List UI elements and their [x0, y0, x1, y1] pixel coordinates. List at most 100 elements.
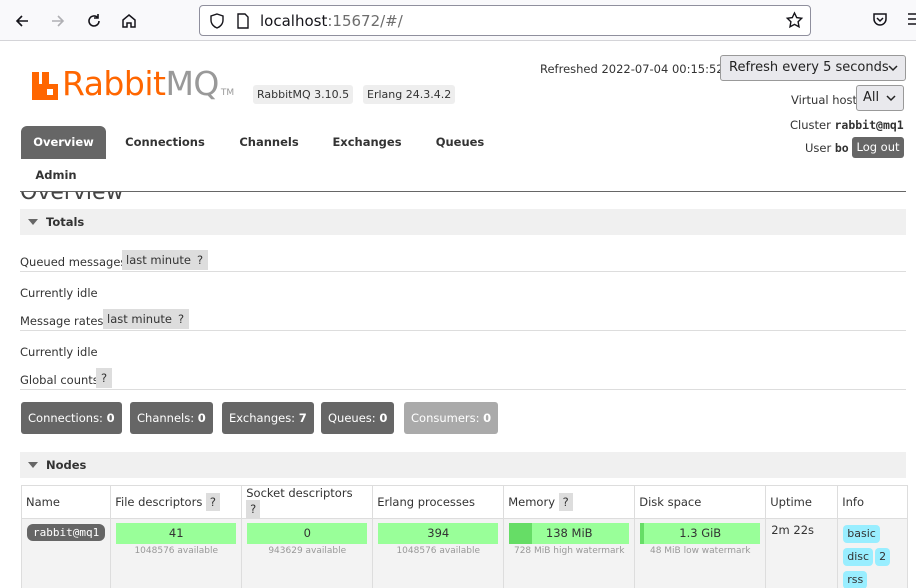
- erlang-processes-available: 1048576 available: [396, 546, 481, 556]
- count-label: Consumers:: [411, 411, 480, 425]
- shield-icon[interactable]: [208, 12, 226, 30]
- column-header-file-descriptors: File descriptors ?: [110, 485, 243, 519]
- rabbitmq-version-badge: RabbitMQ 3.10.5: [253, 85, 354, 104]
- tab-queues[interactable]: Queues: [425, 126, 495, 159]
- info-badge-disc[interactable]: disc: [843, 548, 874, 566]
- totals-section-header[interactable]: Totals: [20, 209, 906, 235]
- count-value: 7: [298, 411, 307, 425]
- count-value: 0: [379, 411, 388, 425]
- address-bar[interactable]: localhost:15672/#/: [199, 5, 811, 36]
- uptime-cell: 2m 22s: [765, 518, 839, 588]
- global-counts-help-button[interactable]: ?: [96, 368, 112, 388]
- column-header-erlang-processes: Erlang processes: [372, 485, 505, 519]
- count-label: Queues:: [328, 411, 376, 425]
- virtual-host-select[interactable]: All: [856, 85, 904, 111]
- consumers-count-button[interactable]: Consumers: 0: [404, 402, 499, 434]
- forward-button[interactable]: [45, 8, 71, 34]
- pocket-icon[interactable]: [871, 10, 889, 28]
- socket-descriptors-available: 943629 available: [268, 546, 347, 556]
- socket-descriptors-value: 0: [303, 526, 311, 540]
- tab-channels[interactable]: Channels: [228, 126, 310, 159]
- erlang-processes-value: 394: [427, 526, 450, 540]
- info-cell: basic disc 2 rss: [837, 518, 909, 588]
- chevron-down-icon: [886, 95, 896, 102]
- back-button[interactable]: [9, 8, 35, 34]
- home-icon: [122, 14, 136, 28]
- queues-count-button[interactable]: Queues: 0: [321, 402, 395, 434]
- erlang-version-badge: Erlang 24.3.4.2: [363, 85, 456, 104]
- page-icon[interactable]: [234, 12, 252, 30]
- refresh-interval-select[interactable]: Refresh every 5 seconds: [720, 55, 906, 81]
- help-button[interactable]: ?: [558, 493, 573, 511]
- message-rates-help-button[interactable]: ?: [173, 309, 189, 329]
- help-button[interactable]: ?: [246, 500, 261, 518]
- tab-admin[interactable]: Admin: [21, 159, 91, 192]
- arrow-left-icon: [15, 15, 28, 27]
- message-rates-label: Message rates: [20, 314, 104, 328]
- message-rates-range-button[interactable]: last minute: [103, 309, 176, 329]
- help-button[interactable]: ?: [205, 493, 220, 511]
- nodes-table: Name File descriptors ? Socket descripto…: [20, 485, 909, 588]
- nodes-section-header[interactable]: Nodes: [20, 452, 906, 478]
- disk-space-bar-fill: [640, 523, 644, 544]
- file-descriptors-bar: 41: [116, 523, 237, 544]
- count-value: 0: [483, 411, 492, 425]
- logo-trademark: TM: [220, 88, 235, 98]
- queued-messages-status: Currently idle: [20, 286, 98, 300]
- queued-messages-help-button[interactable]: ?: [192, 250, 208, 270]
- cluster-label: Cluster: [790, 118, 831, 132]
- arrow-right-icon: [52, 15, 65, 27]
- exchanges-count-button[interactable]: Exchanges: 7: [222, 402, 314, 434]
- queued-messages-range-button[interactable]: last minute: [122, 250, 195, 270]
- channels-count-button[interactable]: Channels: 0: [130, 402, 213, 434]
- divider: [20, 271, 906, 272]
- page-title: Overview: [20, 192, 320, 206]
- page-title-text: Overview: [20, 192, 124, 205]
- column-header-uptime: Uptime: [765, 485, 839, 519]
- column-header-name: Name: [20, 485, 112, 519]
- home-button[interactable]: [116, 8, 142, 34]
- chevron-down-icon: [888, 65, 898, 72]
- table-row: rabbit@mq1 41 1048576 available 0 943629…: [20, 518, 909, 588]
- memory-value: 138 MiB: [545, 526, 593, 540]
- tab-connections[interactable]: Connections: [116, 126, 214, 159]
- disk-space-cell: 1.3 GiB 48 MiB low watermark: [634, 518, 767, 588]
- connections-count-button[interactable]: Connections: 0: [21, 402, 122, 434]
- divider: [20, 389, 906, 390]
- rabbitmq-management-app: Rabbit MQ TM RabbitMQ 3.10.5 Erlang 24.3.4…: [0, 42, 916, 588]
- file-descriptors-cell: 41 1048576 available: [110, 518, 243, 588]
- node-name-link[interactable]: rabbit@mq1: [27, 524, 106, 541]
- tab-overview[interactable]: Overview: [21, 126, 106, 159]
- socket-descriptors-bar: 0: [247, 523, 368, 544]
- nodes-section-label: Nodes: [46, 458, 87, 472]
- erlang-processes-bar: 394: [378, 523, 499, 544]
- rabbitmq-logo[interactable]: Rabbit MQ TM: [32, 64, 235, 103]
- menu-icon[interactable]: [906, 10, 916, 28]
- collapse-triangle-icon: [28, 462, 38, 468]
- column-header-info: Info: [837, 485, 909, 519]
- url-path: :15672/#/: [327, 12, 403, 30]
- logout-button[interactable]: Log out: [852, 137, 904, 158]
- disk-space-watermark: 48 MiB low watermark: [649, 546, 751, 556]
- reload-button[interactable]: [81, 8, 107, 34]
- cluster-name: rabbit@mq1: [834, 118, 904, 132]
- uptime-value: 2m 22s: [771, 523, 815, 537]
- logo-text-mq: MQ: [165, 64, 219, 103]
- divider: [20, 330, 906, 331]
- count-label: Exchanges:: [229, 411, 296, 425]
- refresh-interval-value: Refresh every 5 seconds: [729, 60, 889, 75]
- tab-exchanges[interactable]: Exchanges: [325, 126, 409, 159]
- info-badge-rss[interactable]: rss: [843, 571, 868, 588]
- refreshed-timestamp: Refreshed 2022-07-04 00:15:52: [540, 62, 724, 76]
- memory-watermark: 728 MiB high watermark: [513, 546, 625, 556]
- disk-space-value: 1.3 GiB: [679, 526, 722, 540]
- user-label: User: [805, 141, 832, 155]
- bookmark-star-icon[interactable]: [785, 11, 804, 30]
- info-badge-basic[interactable]: basic: [843, 525, 880, 543]
- collapse-triangle-icon: [28, 219, 38, 225]
- disk-space-bar: 1.3 GiB: [640, 523, 761, 544]
- file-descriptors-available: 1048576 available: [134, 546, 219, 556]
- info-badge-count[interactable]: 2: [875, 548, 891, 566]
- global-counts-label: Global counts: [20, 373, 99, 387]
- message-rates-status: Currently idle: [20, 345, 98, 359]
